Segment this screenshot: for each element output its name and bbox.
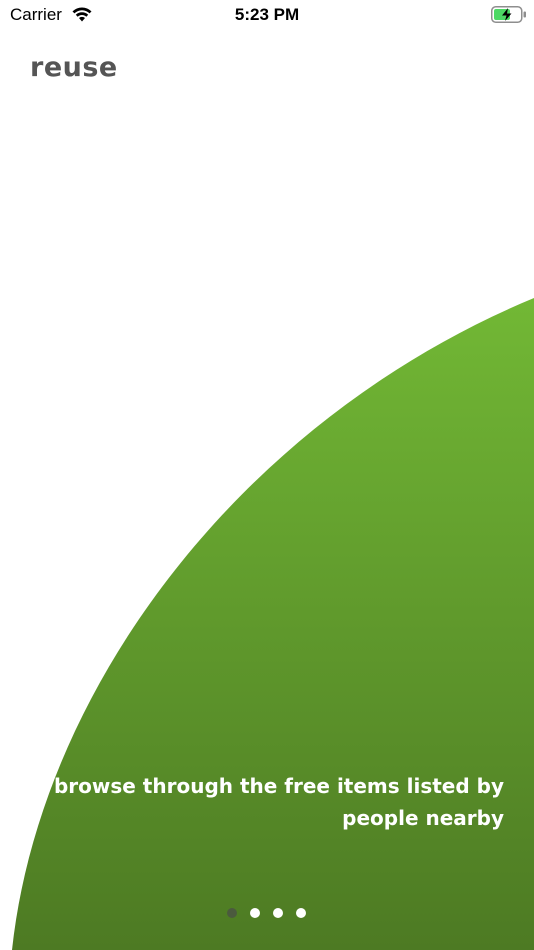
- onboarding-screen: Carrier 5:23 PM reuse browse through the…: [0, 0, 534, 950]
- page-dot-4[interactable]: [296, 908, 306, 918]
- status-time: 5:23 PM: [234, 5, 300, 24]
- page-indicator[interactable]: [227, 908, 306, 918]
- caption-line-2: people nearby: [342, 806, 504, 830]
- page-dot-3[interactable]: [273, 908, 283, 918]
- onboarding-caption: browse through the free items listed by …: [44, 770, 504, 834]
- battery-charging-icon: [491, 6, 526, 23]
- page-dot-1[interactable]: [227, 908, 237, 918]
- page-dot-2[interactable]: [250, 908, 260, 918]
- caption-line-1: browse through the free items listed by: [53, 774, 504, 798]
- status-bar: Carrier 5:23 PM: [0, 0, 534, 30]
